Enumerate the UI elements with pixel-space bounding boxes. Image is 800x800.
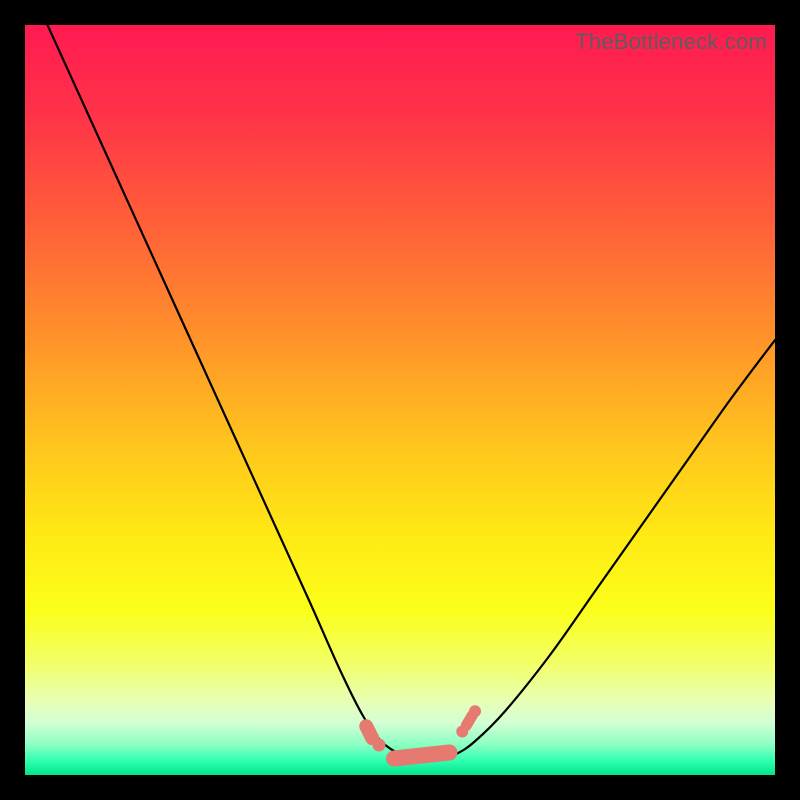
marker-capsule — [466, 716, 472, 726]
plot-area: TheBottleneck.com — [25, 25, 775, 775]
watermark-text: TheBottleneck.com — [575, 29, 767, 55]
bottleneck-curve — [48, 25, 776, 761]
marker-dot — [373, 739, 386, 752]
marker-dot — [469, 705, 481, 717]
chart-frame: TheBottleneck.com — [0, 0, 800, 800]
chart-svg — [25, 25, 775, 775]
marker-capsule — [366, 726, 372, 738]
marker-capsule — [394, 753, 450, 759]
